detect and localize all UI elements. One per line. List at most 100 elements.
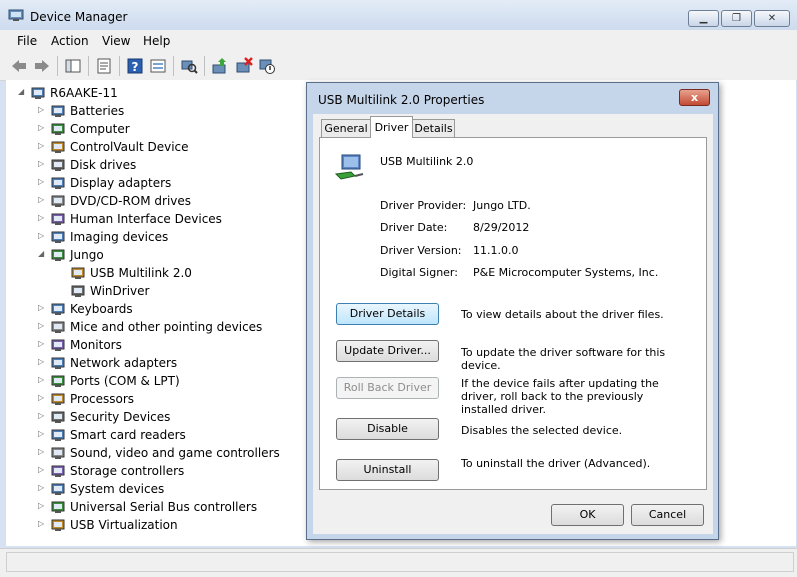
device-category-icon (51, 123, 65, 135)
device-category-icon (51, 375, 65, 387)
expand-arrow-icon[interactable]: ▷ (38, 466, 46, 474)
tree-item-label: Security Devices (70, 410, 171, 424)
expand-arrow-icon[interactable]: ▷ (38, 142, 46, 150)
disable-desc: Disables the selected device. (461, 424, 623, 437)
menu-help[interactable]: Help (143, 34, 170, 48)
device-category-icon (51, 465, 65, 477)
expand-arrow-icon[interactable]: ▷ (38, 214, 46, 222)
device-category-icon (51, 195, 65, 207)
minimize-button[interactable]: ▁ (688, 10, 719, 27)
uninstall-icon[interactable] (235, 57, 253, 75)
driver-details-desc: To view details about the driver files. (461, 308, 664, 321)
driver-details-button[interactable]: Driver Details (336, 303, 439, 325)
device-manager-icon (8, 9, 24, 21)
computer-icon (31, 87, 45, 99)
disable-button[interactable]: Disable (336, 418, 439, 440)
expand-arrow-icon[interactable]: ▷ (38, 124, 46, 132)
toolbar-separator (119, 56, 120, 76)
disable-device-icon[interactable] (258, 57, 276, 75)
driver-provider-label: Driver Provider: (380, 199, 467, 212)
device-category-icon (51, 141, 65, 153)
driver-provider-value: Jungo LTD. (473, 199, 531, 212)
close-icon: x (690, 91, 699, 104)
tree-item-label: Batteries (70, 104, 125, 118)
toolbar-separator (57, 56, 58, 76)
tree-item-label: System devices (70, 482, 165, 496)
device-category-icon (51, 411, 65, 423)
expand-arrow-icon[interactable]: ▷ (38, 304, 46, 312)
device-category-icon (51, 483, 65, 495)
expand-arrow-icon[interactable]: ▷ (38, 448, 46, 456)
tab-general[interactable]: General (321, 119, 371, 137)
driver-date-value: 8/29/2012 (473, 221, 530, 234)
menu-view[interactable]: View (102, 34, 130, 48)
roll-back-driver-desc: If the device fails after updating the d… (461, 377, 659, 416)
expand-arrow-icon[interactable]: ▷ (38, 376, 46, 384)
device-category-icon (51, 519, 65, 531)
device-category-icon (51, 105, 65, 117)
expand-arrow-icon[interactable]: ▷ (38, 358, 46, 366)
properties-icon[interactable] (95, 57, 113, 75)
svg-text:?: ? (132, 60, 139, 74)
device-category-icon (51, 177, 65, 189)
forward-arrow-icon[interactable] (33, 57, 51, 75)
tree-item-label: Mice and other pointing devices (70, 320, 263, 334)
device-category-icon (51, 231, 65, 243)
tree-item-label: Universal Serial Bus controllers (70, 500, 258, 514)
tab-details[interactable]: Details (412, 119, 455, 137)
expand-arrow-icon[interactable]: ▷ (38, 106, 46, 114)
restore-icon: ❐ (732, 13, 741, 24)
tree-item-label: Network adapters (70, 356, 178, 370)
tree-item-label: R6AAKE-11 (50, 86, 118, 100)
update-driver-icon[interactable] (211, 57, 229, 75)
help-icon[interactable]: ? (126, 57, 144, 75)
digital-signer-label: Digital Signer: (380, 266, 458, 279)
expand-arrow-icon[interactable]: ▷ (38, 160, 46, 168)
device-category-icon (51, 339, 65, 351)
cancel-button[interactable]: Cancel (631, 504, 704, 526)
expand-arrow-icon[interactable]: ▷ (38, 322, 46, 330)
collapse-arrow-icon[interactable]: ◢ (38, 250, 46, 258)
device-category-icon (51, 303, 65, 315)
tree-item-label: Monitors (70, 338, 122, 352)
restore-button[interactable]: ❐ (721, 10, 752, 27)
window-title: Device Manager (30, 10, 128, 24)
expand-arrow-icon[interactable]: ▷ (38, 430, 46, 438)
menu-action[interactable]: Action (51, 34, 89, 48)
expand-arrow-icon[interactable]: ▷ (38, 340, 46, 348)
close-window-button[interactable]: ✕ (754, 10, 790, 27)
tree-item-label: USB Virtualization (70, 518, 178, 532)
tree-item-label: Sound, video and game controllers (70, 446, 280, 460)
tree-item-label: Storage controllers (70, 464, 185, 478)
show-hide-tree-icon[interactable] (64, 57, 82, 75)
dialog-close-button[interactable]: x (679, 89, 710, 106)
tree-item-label: Smart card readers (70, 428, 186, 442)
expand-arrow-icon[interactable]: ▷ (38, 178, 46, 186)
uninstall-button[interactable]: Uninstall (336, 459, 439, 481)
expand-arrow-icon[interactable]: ▷ (38, 520, 46, 528)
view-icon[interactable] (149, 57, 167, 75)
tree-item-label: Keyboards (70, 302, 133, 316)
expand-arrow-icon[interactable]: ▷ (38, 502, 46, 510)
uninstall-desc: To uninstall the driver (Advanced). (461, 457, 651, 470)
expand-arrow-icon[interactable]: ▷ (38, 394, 46, 402)
status-bar-cell (6, 552, 794, 572)
tree-item-label: Display adapters (70, 176, 172, 190)
tab-driver[interactable]: Driver (370, 116, 413, 138)
roll-back-driver-button[interactable]: Roll Back Driver (336, 377, 439, 399)
device-name: USB Multilink 2.0 (380, 155, 474, 168)
close-icon: ✕ (767, 13, 777, 24)
back-arrow-icon[interactable] (10, 57, 28, 75)
expand-arrow-icon[interactable]: ▷ (38, 484, 46, 492)
expand-arrow-icon[interactable]: ▷ (38, 196, 46, 204)
scan-hardware-icon[interactable] (180, 57, 198, 75)
expand-arrow-icon[interactable]: ▷ (38, 412, 46, 420)
collapse-arrow-icon[interactable]: ◢ (18, 88, 26, 96)
menu-file[interactable]: File (17, 34, 37, 48)
update-driver-button[interactable]: Update Driver... (336, 340, 439, 362)
digital-signer-value: P&E Microcomputer Systems, Inc. (473, 266, 659, 279)
device-category-icon (51, 321, 65, 333)
expand-arrow-icon[interactable]: ▷ (38, 232, 46, 240)
minimize-icon: ▁ (699, 13, 708, 24)
ok-button[interactable]: OK (551, 504, 624, 526)
